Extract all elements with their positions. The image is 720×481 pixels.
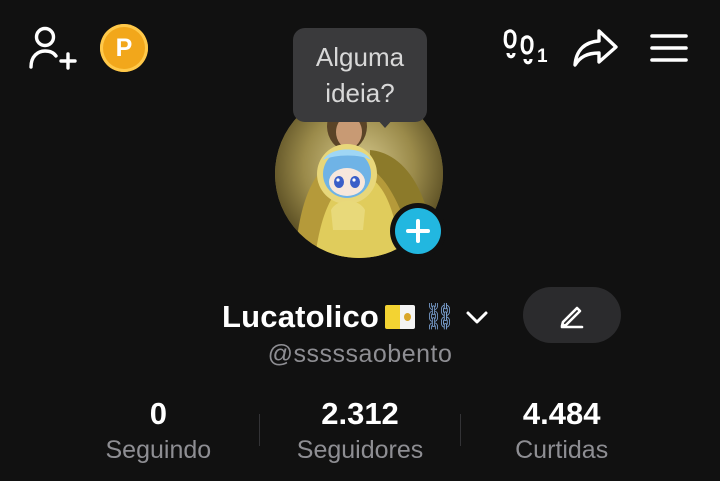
- stat-label: Seguindo: [105, 436, 212, 464]
- footprints-icon: [503, 29, 534, 65]
- profile-name-row: Lucatolico ⛓: [222, 292, 490, 342]
- username: @sssssaobento: [267, 340, 453, 368]
- avatar-tooltip: Alguma ideia?: [293, 28, 427, 122]
- stat-label: Curtidas: [515, 436, 609, 464]
- coin-label: P: [115, 33, 133, 62]
- stat-followers[interactable]: 2.312 Seguidores: [260, 394, 461, 466]
- add-friend-button[interactable]: [26, 24, 78, 72]
- edit-profile-button[interactable]: [523, 287, 621, 343]
- stat-label: Seguidores: [296, 436, 424, 464]
- visitors-count: 1: [537, 46, 548, 67]
- profile-visitors-button[interactable]: [500, 26, 540, 68]
- add-avatar-button[interactable]: [390, 203, 446, 259]
- tooltip-tail: [376, 118, 394, 128]
- stat-following[interactable]: 0 Seguindo: [58, 394, 259, 466]
- chevron-down-icon: [466, 311, 488, 324]
- tooltip-text: Alguma ideia?: [315, 42, 405, 108]
- person-plus-icon: [29, 26, 77, 70]
- menu-button[interactable]: [646, 26, 692, 70]
- stat-value: 4.484: [522, 396, 601, 431]
- coin-icon[interactable]: P: [100, 24, 148, 72]
- stat-likes[interactable]: 4.484 Curtidas: [461, 394, 662, 466]
- add-avatar-circle: [395, 208, 441, 254]
- stat-value: 2.312: [321, 396, 399, 431]
- chain-icon: ⛓: [423, 302, 457, 332]
- account-switch-dropdown[interactable]: [464, 308, 490, 326]
- hamburger-menu-icon: [650, 34, 688, 62]
- vatican-flag-icon: [385, 305, 416, 329]
- share-button[interactable]: [570, 24, 620, 72]
- profile-stats: 0 Seguindo 2.312 Seguidores 4.484 Curtid…: [58, 394, 662, 470]
- plus-icon: [406, 219, 430, 243]
- share-arrow-icon: [573, 29, 618, 67]
- pencil-icon: [560, 306, 584, 329]
- display-name: Lucatolico: [222, 299, 380, 334]
- stat-value: 0: [149, 396, 167, 431]
